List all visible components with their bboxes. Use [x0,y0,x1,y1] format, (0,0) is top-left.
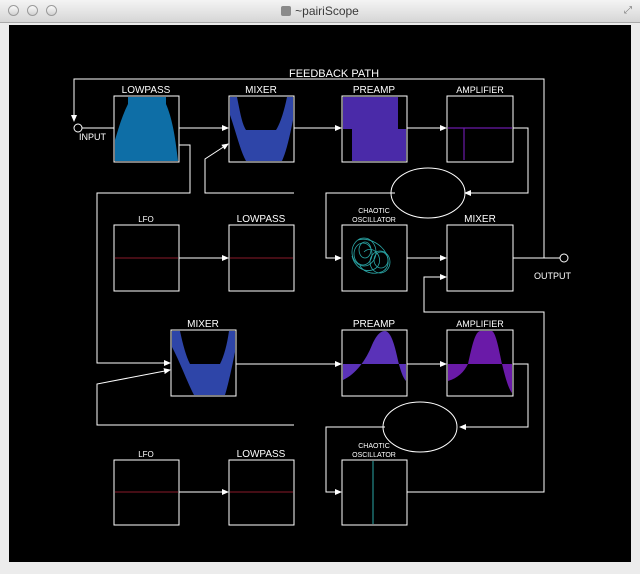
preamp-1-label: PREAMP [353,85,396,96]
feedback-node-1[interactable] [390,167,466,219]
lowpass-2-label: LOWPASS [237,214,286,225]
output-label: OUTPUT [534,271,572,281]
input-label: INPUT [79,132,107,142]
chaotic-oscillator-1-waveform [351,237,391,274]
preamp-1-waveform [343,97,406,161]
document-icon [281,6,292,16]
lfo-1-label: LFO [138,215,154,224]
amplifier-1-waveform [448,127,512,160]
chaotic-oscillator-2-box[interactable] [341,459,408,526]
chaotic-2-label-bottom: OSCILLATOR [352,452,396,459]
mixer-1-label: MIXER [245,85,277,96]
fullscreen-icon[interactable]: ⤢ [624,5,632,16]
amplifier-2-label: AMPLIFIER [456,319,504,329]
cable-am1-feedback[interactable] [464,127,529,196]
cable-ch2-mx2[interactable] [407,274,545,493]
patch-canvas[interactable]: FEEDBACK PATH INPUT OUTPUT LOWPASS MIXER… [9,25,631,562]
patch-diagram: FEEDBACK PATH INPUT OUTPUT LOWPASS MIXER… [71,68,572,526]
lfo-2-label: LFO [138,450,154,459]
input-terminal[interactable] [73,123,83,133]
mixer-2-box[interactable] [446,224,514,292]
amplifier-2-waveform [448,331,512,393]
chaotic-1-label-bottom: OSCILLATOR [352,217,396,224]
amplifier-1-label: AMPLIFIER [456,85,504,95]
mixer-3-label: MIXER [187,319,219,330]
preamp-2-label: PREAMP [353,319,396,330]
amplifier-1-box[interactable] [446,95,514,163]
chaotic-1-label-top: CHAOTIC [358,208,390,215]
lowpass-1-waveform [115,97,178,161]
lowpass-3-label: LOWPASS [237,449,286,460]
chaotic-2-label-top: CHAOTIC [358,443,390,450]
title-bar[interactable]: ~pairiScope ⤢ [0,0,640,23]
feedback-node-2[interactable] [382,401,458,453]
feedback-path-label: FEEDBACK PATH [289,68,379,80]
output-terminal[interactable] [559,253,569,263]
preamp-2-waveform [343,331,406,381]
mixer-1-waveform [230,97,293,161]
lowpass-1-label: LOWPASS [122,85,171,96]
mixer-2-label: MIXER [464,214,496,225]
window-title: ~pairiScope [0,4,640,18]
app-window: ~pairiScope ⤢ FEEDBACK PATH INPUT OUTPUT… [0,0,640,574]
mixer-3-waveform [172,331,235,395]
